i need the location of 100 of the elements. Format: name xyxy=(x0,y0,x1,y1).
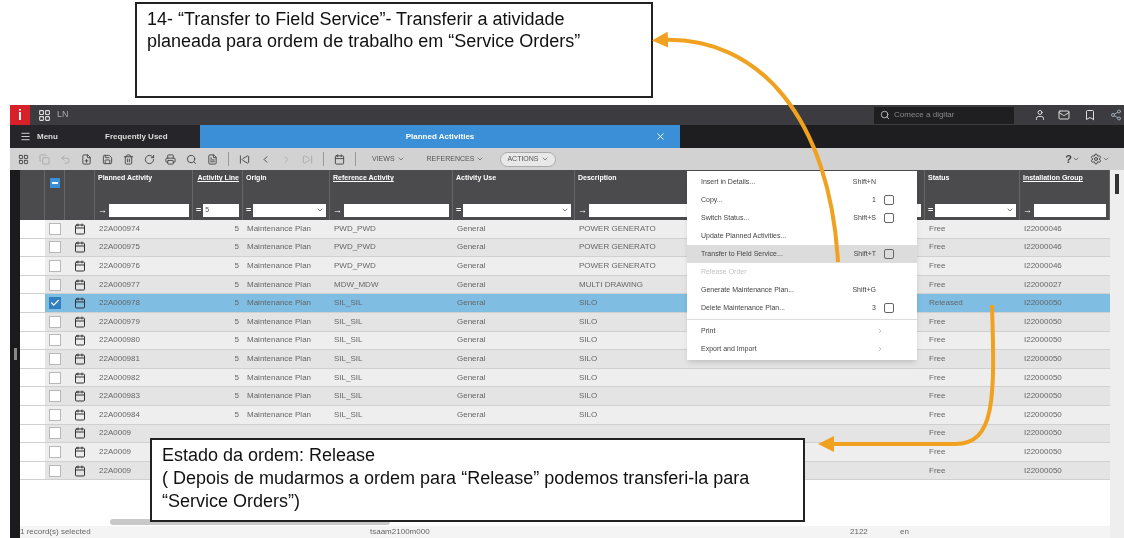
bookmark-icon[interactable] xyxy=(1084,109,1096,121)
record-icon[interactable] xyxy=(74,260,86,272)
filter-operator[interactable]: = xyxy=(928,203,934,217)
apps-grid-icon[interactable] xyxy=(38,108,51,122)
square-icon[interactable] xyxy=(884,213,894,223)
vertical-scrollbar[interactable] xyxy=(1115,174,1119,194)
table-cell: 5 xyxy=(234,391,239,401)
record-icon[interactable] xyxy=(74,297,86,310)
row-checkbox[interactable] xyxy=(49,222,61,235)
settings-button[interactable] xyxy=(1090,153,1110,165)
square-icon[interactable] xyxy=(884,249,894,259)
new-record-icon[interactable] xyxy=(81,153,92,165)
table-cell: SILO xyxy=(579,353,598,363)
square-icon[interactable] xyxy=(884,195,894,205)
table-cell: Maintenance Plan xyxy=(247,279,312,289)
table-row[interactable]: 22A000983 5 Maintenance Plan SIL_SIL General SILO Free I22000050 xyxy=(20,387,1110,406)
row-checkbox[interactable] xyxy=(49,371,61,384)
filter-operator[interactable]: → xyxy=(578,203,587,217)
menu-icon xyxy=(20,131,31,142)
calendar-icon[interactable] xyxy=(334,153,345,165)
row-checkbox[interactable] xyxy=(49,278,61,291)
row-checkbox[interactable] xyxy=(49,352,61,365)
filter-field[interactable] xyxy=(109,203,189,217)
table-cell: 5 xyxy=(234,298,239,308)
record-icon[interactable] xyxy=(74,352,86,365)
record-icon[interactable] xyxy=(74,464,86,477)
app-logo[interactable]: i xyxy=(10,105,30,125)
row-checkbox[interactable] xyxy=(49,464,61,477)
print-icon[interactable] xyxy=(165,153,176,165)
user-icon[interactable] xyxy=(1034,109,1046,121)
row-checkbox[interactable] xyxy=(49,241,61,254)
refresh-icon[interactable] xyxy=(144,153,155,165)
annotation-text: ( Depois de mudarmos a ordem para “Release” podemos transferi-la para “Service Orders”) xyxy=(162,467,751,513)
tab[interactable]: Frequently Used xyxy=(95,125,200,148)
table-cell: SILO xyxy=(579,335,598,345)
row-checkbox[interactable] xyxy=(49,315,61,328)
row-checkbox[interactable] xyxy=(49,408,61,421)
row-checkbox[interactable] xyxy=(49,445,61,458)
filter-dropdown[interactable] xyxy=(253,203,326,217)
table-cell: Free xyxy=(929,465,946,475)
table-cell: MULTI DRAWING xyxy=(579,279,643,289)
record-icon[interactable] xyxy=(74,408,86,421)
delete-icon[interactable] xyxy=(123,153,134,165)
record-icon[interactable] xyxy=(74,241,86,254)
record-icon[interactable] xyxy=(74,390,86,403)
square-icon[interactable] xyxy=(884,303,894,313)
filter-operator[interactable]: = xyxy=(456,203,462,217)
record-icon[interactable] xyxy=(74,315,86,328)
table-cell: 22A000975 xyxy=(99,242,140,252)
table-cell: Maintenance Plan xyxy=(247,353,312,363)
table-cell: PWD_PWD xyxy=(334,223,376,233)
resize-handle[interactable] xyxy=(13,348,17,360)
tab[interactable]: Menu xyxy=(10,125,95,148)
grid-icon[interactable] xyxy=(18,153,29,165)
table-cell: SILO xyxy=(579,391,598,401)
search-icon[interactable] xyxy=(186,153,197,165)
save-icon[interactable] xyxy=(102,153,113,165)
record-icon[interactable] xyxy=(74,445,86,458)
record-icon[interactable] xyxy=(74,222,86,235)
table-cell: I22000050 xyxy=(1024,316,1062,326)
share-icon[interactable] xyxy=(1110,109,1122,121)
table-cell: 22A000978 xyxy=(99,298,140,308)
close-icon[interactable] xyxy=(655,131,666,142)
filter-operator[interactable]: → xyxy=(1023,203,1032,217)
table-cell: I22000050 xyxy=(1024,465,1062,475)
table-cell: Maintenance Plan xyxy=(247,391,312,401)
filter-field[interactable] xyxy=(1034,203,1106,217)
caret-icon xyxy=(1072,155,1080,163)
select-all-checkbox[interactable] xyxy=(49,178,60,188)
caret-icon xyxy=(476,155,485,163)
filter-operator[interactable]: → xyxy=(98,203,107,217)
help-button[interactable]: ? xyxy=(1065,150,1080,168)
table-cell: Released xyxy=(929,298,963,308)
filter-dropdown[interactable] xyxy=(463,203,571,217)
first-record-icon[interactable] xyxy=(239,153,250,165)
filter-operator[interactable]: = xyxy=(246,203,252,217)
search-field[interactable]: Comece a digitar xyxy=(874,106,1014,124)
filter-field[interactable] xyxy=(344,203,449,217)
record-icon[interactable] xyxy=(74,427,86,440)
filter-operator[interactable]: = xyxy=(196,203,202,217)
filter-dropdown[interactable] xyxy=(935,203,1016,217)
submenu-caret-icon xyxy=(876,345,884,353)
document-icon[interactable] xyxy=(207,153,218,165)
row-checkbox[interactable] xyxy=(49,334,61,347)
record-icon[interactable] xyxy=(74,334,86,347)
row-checkbox[interactable] xyxy=(49,297,61,310)
table-cell: I22000050 xyxy=(1024,409,1062,419)
filter-operator[interactable]: → xyxy=(333,203,342,217)
table-cell: 5 xyxy=(234,335,239,345)
mail-icon[interactable] xyxy=(1058,109,1070,121)
row-checkbox[interactable] xyxy=(49,260,61,272)
record-icon[interactable] xyxy=(74,371,86,384)
table-cell: I22000050 xyxy=(1024,391,1062,401)
row-checkbox[interactable] xyxy=(49,390,61,403)
record-icon[interactable] xyxy=(74,278,86,291)
table-cell: 22A0009 xyxy=(99,428,132,438)
annotation-text: 14- “Transfer to Field Service”- Transferir a atividade planeada para ordem de trabalho em “Service Orders” xyxy=(147,8,582,52)
table-cell: I22000050 xyxy=(1024,446,1062,456)
table-cell: Free xyxy=(929,223,946,233)
row-checkbox[interactable] xyxy=(49,427,61,440)
